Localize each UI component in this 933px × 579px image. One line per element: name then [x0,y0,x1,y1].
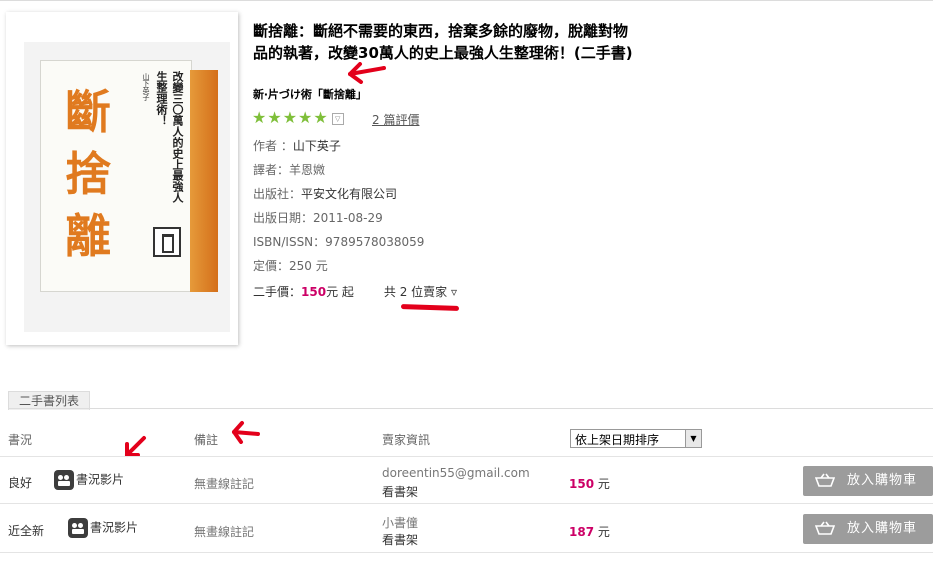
header-seller: 賣家資訊 [382,433,431,447]
cover-author: 山下英子 [142,73,150,101]
sort-select[interactable]: 依上架日期排序 ▼ [570,429,702,448]
review-count-link[interactable]: 2 篇評價 [372,111,419,128]
row-1-price: 150 元 [569,475,610,492]
cover-char-2: 捨 [65,147,111,201]
author-label: 作者 ： [253,139,293,153]
isbn-label: ISBN/ISSN： [253,235,326,249]
row-divider [0,552,933,553]
row-1-price-value: 150 [569,477,595,491]
rating-stars: ★★★★★ ▽ [252,108,344,128]
trash-can-icon [153,227,181,257]
row-1-add-to-cart-button[interactable]: 放入購物車 [803,466,933,496]
row-2-seller[interactable]: 小書僮 [382,514,418,531]
header-condition: 書況 [8,433,33,447]
row-2-price: 187 元 [569,523,610,540]
row-2-cart-label: 放入購物車 [847,521,918,536]
book-cover[interactable]: 斷 捨 離 改變三〇萬人的史上最強人生整理術！ 山下英子 [6,12,238,345]
red-underline-annotation [400,303,460,312]
row-1-shelf-link[interactable]: 看書架 [382,483,418,500]
star-icon: ★ [252,108,267,127]
cover-front: 斷 捨 離 改變三〇萬人的史上最強人生整理術！ 山下英子 [40,60,192,292]
author-link[interactable]: 山下英子 [293,139,341,153]
chevron-down-icon[interactable]: ▼ [685,430,701,447]
book-subtitle: 新‧片づけ術「斷捨離」 [253,88,367,101]
book-title: 斷捨離：斷絕不需要的東西，捨棄多餘的廢物，脫離對物品的執著，改變30萬人的史上最… [253,22,633,62]
cover-spine [190,70,218,292]
video-camera-icon [54,470,74,490]
row-2-note: 無畫線註記 [194,525,255,539]
cover-tagline: 改變三〇萬人的史上最強人生整理術！ [155,71,184,203]
row-1-price-unit: 元 [597,477,610,491]
star-icon: ★ [298,108,313,127]
pubdate-label: 出版日期： [253,211,314,225]
basket-icon [815,473,835,487]
top-border [0,0,933,1]
list-price-label: 定價： [253,259,290,273]
row-divider [0,456,933,457]
publisher-label: 出版社： [253,187,302,201]
row-1-seller[interactable]: doreentin55@gmail.com [382,466,530,480]
header-note: 備註 [194,433,219,447]
row-1-note: 無畫線註記 [194,477,255,491]
row-1-cart-label: 放入購物車 [847,473,918,488]
seller-count-dropdown[interactable]: 共 2 位賣家 ▿ [384,285,457,299]
translator-row: 譯者：羊恩媺 [253,161,325,178]
used-price-suffix: 元 起 [326,285,354,299]
sort-select-value: 依上架日期排序 [575,433,660,447]
chevron-down-icon[interactable]: ▽ [331,112,344,125]
row-2-price-unit: 元 [597,525,610,539]
star-icon: ★ [267,108,282,127]
isbn-row: ISBN/ISSN：9789578038059 [253,233,424,250]
cover-char-3: 離 [65,209,111,263]
list-price-row: 定價：250 元 [253,257,328,274]
video-camera-icon [68,518,88,538]
row-2-condition: 近全新 [8,524,45,538]
isbn-value: 9789578038059 [325,235,425,249]
row-divider [0,503,933,504]
list-price-value: 250 元 [289,259,328,273]
row-1-condition: 良好 [8,476,33,490]
publisher-row: 出版社：平安文化有限公司 [253,185,397,202]
row-1-video-label: 書況影片 [76,472,125,487]
used-price-label: 二手價： [253,285,302,299]
red-arrow-title [348,62,386,84]
row-2-shelf-link[interactable]: 看書架 [382,531,418,548]
row-2-price-value: 187 [569,525,595,539]
pubdate-value: 2011-08-29 [313,211,383,225]
section-divider [8,408,933,409]
author-row: 作者 ：山下英子 [253,137,341,154]
translator-label: 譯者： [253,163,290,177]
basket-icon [815,521,835,535]
publisher-link[interactable]: 平安文化有限公司 [301,187,397,201]
used-price-row: 二手價：150元 起 共 2 位賣家 ▿ [253,283,457,300]
translator-value: 羊恩媺 [289,163,326,177]
star-icon: ★ [313,108,328,127]
pubdate-row: 出版日期：2011-08-29 [253,209,383,226]
row-2-video-label: 書況影片 [90,520,139,535]
star-icon: ★ [282,108,298,127]
row-2-video-button[interactable]: 書況影片 [68,518,138,538]
row-2-add-to-cart-button[interactable]: 放入購物車 [803,514,933,544]
cover-char-1: 斷 [65,85,111,139]
used-price-value: 150 [301,285,327,299]
red-arrow-note [232,421,260,444]
row-1-video-button[interactable]: 書況影片 [54,470,124,490]
